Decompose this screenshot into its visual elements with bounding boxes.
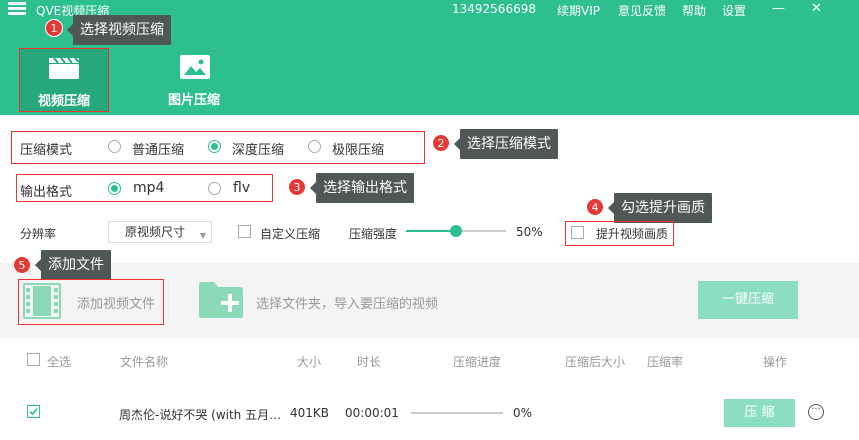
- compress-mode-label: 压缩模式: [20, 143, 73, 158]
- add-video-button[interactable]: 添加视频文件: [77, 293, 155, 312]
- row-filename: 周杰伦-说好不哭 (with 五月…: [119, 408, 282, 422]
- strength-value: 50%: [516, 225, 543, 239]
- step-badge-2: 2: [432, 134, 450, 152]
- strength-slider-thumb[interactable]: [450, 225, 462, 237]
- step-badge-5: 5: [13, 256, 31, 274]
- enhance-quality-checkbox[interactable]: [571, 226, 584, 239]
- header-action: 操作: [763, 355, 788, 369]
- checkmark-icon: [29, 407, 38, 416]
- enhance-quality-label[interactable]: 提升视频画质: [596, 225, 668, 242]
- strength-slider-fill: [406, 230, 456, 232]
- row-progress-text: 0%: [513, 406, 533, 420]
- feedback-link[interactable]: 意见反馈: [618, 2, 666, 19]
- radio-mp4-label[interactable]: mp4: [133, 180, 164, 196]
- help-link[interactable]: 帮助: [682, 2, 706, 19]
- header-size: 大小: [297, 355, 322, 369]
- output-format-label: 输出格式: [20, 185, 73, 200]
- image-icon: [180, 55, 210, 79]
- add-folder-icon[interactable]: [198, 281, 244, 319]
- callout-step-2: 选择压缩模式: [454, 129, 558, 159]
- radio-normal-compress[interactable]: [108, 140, 121, 153]
- close-button[interactable]: ✕: [811, 1, 822, 16]
- radio-normal-compress-label[interactable]: 普通压缩: [132, 139, 184, 158]
- choose-folder-button[interactable]: 选择文件夹，导入要压缩的视频: [256, 293, 438, 312]
- tab-video-compress-label: 视频压缩: [37, 94, 90, 109]
- tab-image-compress[interactable]: 图片压缩: [149, 48, 239, 112]
- clapperboard-icon: [49, 57, 80, 79]
- phone-number: 13492566698: [452, 2, 536, 16]
- header-compressed-size: 压缩后大小: [565, 355, 626, 369]
- callout-step-4: 勾选提升画质: [608, 193, 712, 223]
- more-options-icon[interactable]: ···: [808, 404, 824, 420]
- header-filename: 文件名称: [120, 355, 169, 369]
- strength-label: 压缩强度: [349, 227, 398, 241]
- step-badge-1: 1: [45, 19, 63, 37]
- one-click-compress-button[interactable]: 一键压缩: [698, 281, 798, 319]
- minimize-button[interactable]: —: [772, 1, 785, 16]
- strength-slider[interactable]: [406, 225, 506, 237]
- app-logo-icon: [8, 2, 26, 16]
- header-duration: 时长: [357, 355, 382, 369]
- radio-flv-label[interactable]: flv: [233, 180, 250, 196]
- settings-link[interactable]: 设置: [722, 2, 746, 19]
- radio-mp4[interactable]: [108, 182, 121, 195]
- row-checkbox[interactable]: [27, 405, 40, 418]
- radio-extreme-compress-label[interactable]: 极限压缩: [332, 139, 384, 158]
- header-ratio: 压缩率: [647, 355, 684, 369]
- step-badge-4: 4: [586, 198, 604, 216]
- custom-compress-label[interactable]: 自定义压缩: [260, 225, 320, 242]
- step-badge-3: 3: [288, 178, 306, 196]
- row-duration: 00:00:01: [345, 406, 399, 420]
- custom-compress-checkbox[interactable]: [238, 225, 251, 238]
- callout-step-5: 添加文件: [35, 250, 111, 280]
- film-icon: [23, 283, 61, 319]
- row-compress-button[interactable]: 压 缩: [724, 399, 795, 427]
- callout-step-3: 选择输出格式: [310, 173, 414, 203]
- callout-step-1: 选择视频压缩: [67, 15, 171, 45]
- tab-image-compress-label: 图片压缩: [167, 93, 220, 108]
- renew-vip-link[interactable]: 续期VIP: [557, 2, 600, 19]
- chevron-down-icon: ▼: [199, 231, 206, 240]
- row-size: 401KB: [290, 406, 330, 420]
- tab-video-compress[interactable]: 视频压缩: [19, 48, 109, 112]
- radio-extreme-compress[interactable]: [308, 140, 321, 153]
- resolution-label: 分辨率: [20, 227, 57, 241]
- radio-deep-compress-label[interactable]: 深度压缩: [232, 139, 284, 158]
- row-progress-bar: [411, 412, 503, 414]
- select-all-checkbox[interactable]: [27, 353, 40, 366]
- radio-flv[interactable]: [208, 182, 221, 195]
- header-select-all[interactable]: 全选: [47, 353, 71, 370]
- radio-deep-compress[interactable]: [208, 140, 221, 153]
- resolution-select[interactable]: 原视频尺寸 ▼: [108, 221, 212, 243]
- header-progress: 压缩进度: [453, 355, 502, 369]
- resolution-value: 原视频尺寸: [125, 225, 186, 239]
